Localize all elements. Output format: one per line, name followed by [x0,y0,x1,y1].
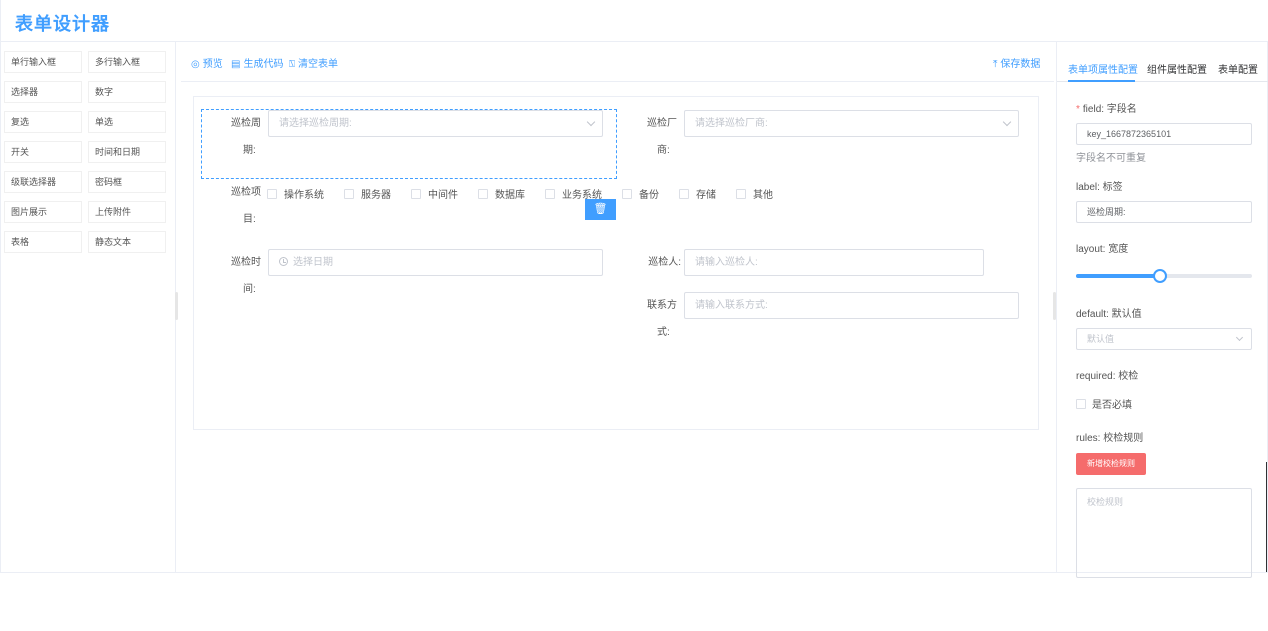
items-label: 巡检项 [231,187,261,198]
inspection-item-checkbox[interactable]: 服务器 [344,186,391,201]
rules-textarea[interactable]: 校检规则 [1076,488,1252,578]
palette-item[interactable]: 图片展示 [4,201,82,223]
tab-form-config[interactable]: 表单配置 [1218,61,1258,76]
checkbox-box[interactable] [545,188,555,199]
preview-button[interactable]: ◎ 预览 [191,55,223,70]
delete-field-button[interactable]: 🗑︎ [585,199,616,220]
palette-item[interactable]: 上传附件 [88,201,166,223]
palette-grid: 单行输入框 多行输入框 选择器 数字 复选 单选 开关 时间和日期 级联选择器 密码框 图片展示 上传… [4,51,166,253]
add-rule-button[interactable]: 新增校检规则 [1076,453,1146,475]
cycle-select[interactable]: 请选择巡检周期: [268,110,603,137]
trash-icon: ⍂ [289,59,295,70]
checkbox-box[interactable] [267,188,277,199]
checkbox-box[interactable] [478,188,488,199]
slider-handle[interactable] [1153,269,1168,283]
default-select[interactable]: 默认值 [1076,328,1252,350]
palette-item[interactable]: 静态文本 [88,231,166,253]
field-name-hint: 字段名不可重复 [1076,153,1146,164]
slider-fill [1076,274,1161,278]
label-label: label: 标签 [1076,182,1123,193]
palette-item[interactable]: 单选 [88,111,166,133]
time-label-line2: 间: [243,284,256,295]
inspection-item-checkbox[interactable]: 中间件 [411,186,458,201]
clock-icon [279,257,288,266]
chevron-down-icon [586,117,596,127]
tab-component-config[interactable]: 组件属性配置 [1147,61,1207,76]
palette-item[interactable]: 复选 [4,111,82,133]
inspection-item-checkbox[interactable]: 存储 [679,186,716,201]
app-title: 表单设计器 [15,14,110,34]
left-splitter-handle[interactable] [175,292,178,320]
window-edge [1266,462,1267,572]
palette-item[interactable]: 数字 [88,81,166,103]
clear-form-button[interactable]: ⍂ 清空表单 [289,55,338,70]
contact-input[interactable]: 请输入联系方式: [684,292,1019,319]
layout-width-slider[interactable] [1076,269,1252,283]
contact-label: 联系方 [647,300,677,311]
items-label-line2: 目: [243,214,256,225]
palette-item[interactable]: 单行输入框 [4,51,82,73]
checkbox-box[interactable] [736,188,746,199]
vendor-select[interactable]: 请选择巡检厂商: [684,110,1019,137]
generate-code-button[interactable]: ▤ 生成代码 [231,55,283,70]
rules-label: rules: 校检规则 [1076,433,1144,444]
form-designer-app: 表单设计器 单行输入框 多行输入框 选择器 数字 复选 单选 开关 时间和日期 级联选择器 密码框… [0,0,1268,578]
cycle-label: 巡检周 [231,118,261,129]
checkbox-box[interactable] [344,188,354,199]
layout-label: layout: 宽度 [1076,244,1129,255]
active-tab-indicator [1068,80,1135,82]
palette-item[interactable]: 密码框 [88,171,166,193]
chevron-down-icon [1002,117,1012,127]
checkbox-box[interactable] [1076,398,1086,409]
app-header: 表单设计器 [1,0,1268,42]
required-checkbox[interactable]: 是否必填 [1076,396,1132,411]
save-data-button[interactable]: ⤒ 保存数据 [993,55,1040,70]
checkbox-box[interactable] [622,188,632,199]
canvas-toolbar: ◎ 预览 ▤ 生成代码 ⍂ 清空表单 ⤒ 保存数据 [181,42,1054,82]
inspection-item-checkbox[interactable]: 业务系统 [545,186,602,201]
palette-item[interactable]: 多行输入框 [88,51,166,73]
tab-field-config[interactable]: 表单项属性配置 [1068,61,1138,76]
component-palette: 单行输入框 多行输入框 选择器 数字 复选 单选 开关 时间和日期 级联选择器 密码框 图片展示 上传… [1,42,176,573]
palette-item[interactable]: 开关 [4,141,82,163]
inspector-label: 巡检人: [648,257,681,268]
inspection-items-group: 操作系统 服务器 中间件 数据库 业务系统 备份 存储 其他 [267,186,773,201]
cycle-label-line2: 期: [243,145,256,156]
panel-tabs: 表单项属性配置 组件属性配置 表单配置 [1057,42,1268,82]
inspection-item-checkbox[interactable]: 操作系统 [267,186,324,201]
required-asterisk: * [1076,104,1080,115]
field-name-label: * field: 字段名 [1076,104,1137,115]
inspector-input[interactable]: 请输入巡检人: [684,249,984,276]
eye-icon: ◎ [191,59,200,70]
default-label: default: 默认值 [1076,309,1142,320]
palette-item[interactable]: 表格 [4,231,82,253]
trash-icon: 🗑︎ [593,203,608,215]
inspection-item-checkbox[interactable]: 数据库 [478,186,525,201]
form-canvas-area: ◎ 预览 ▤ 生成代码 ⍂ 清空表单 ⤒ 保存数据 🗑︎ 巡检周 期: 请选择巡检周期: [181,42,1054,573]
field-name-input[interactable]: key_1667872365101 [1076,123,1252,145]
chevron-down-icon [1235,333,1244,342]
checkbox-box[interactable] [679,188,689,199]
contact-label-line2: 式: [657,327,670,338]
upload-icon: ⤒ [993,59,998,70]
properties-panel: 表单项属性配置 组件属性配置 表单配置 * field: 字段名 key_1667… [1056,42,1268,578]
vendor-label: 巡检厂 [647,118,677,129]
document-icon: ▤ [231,59,241,70]
palette-item[interactable]: 选择器 [4,81,82,103]
date-picker[interactable]: 选择日期 [268,249,603,276]
vendor-label-line2: 商: [657,145,670,156]
checkbox-box[interactable] [411,188,421,199]
time-label: 巡检时 [231,257,261,268]
required-label: required: 校检 [1076,371,1139,382]
inspection-item-checkbox[interactable]: 其他 [736,186,773,201]
label-input[interactable]: 巡检周期: [1076,201,1252,223]
palette-item[interactable]: 时间和日期 [88,141,166,163]
palette-item[interactable]: 级联选择器 [4,171,82,193]
inspection-item-checkbox[interactable]: 备份 [622,186,659,201]
